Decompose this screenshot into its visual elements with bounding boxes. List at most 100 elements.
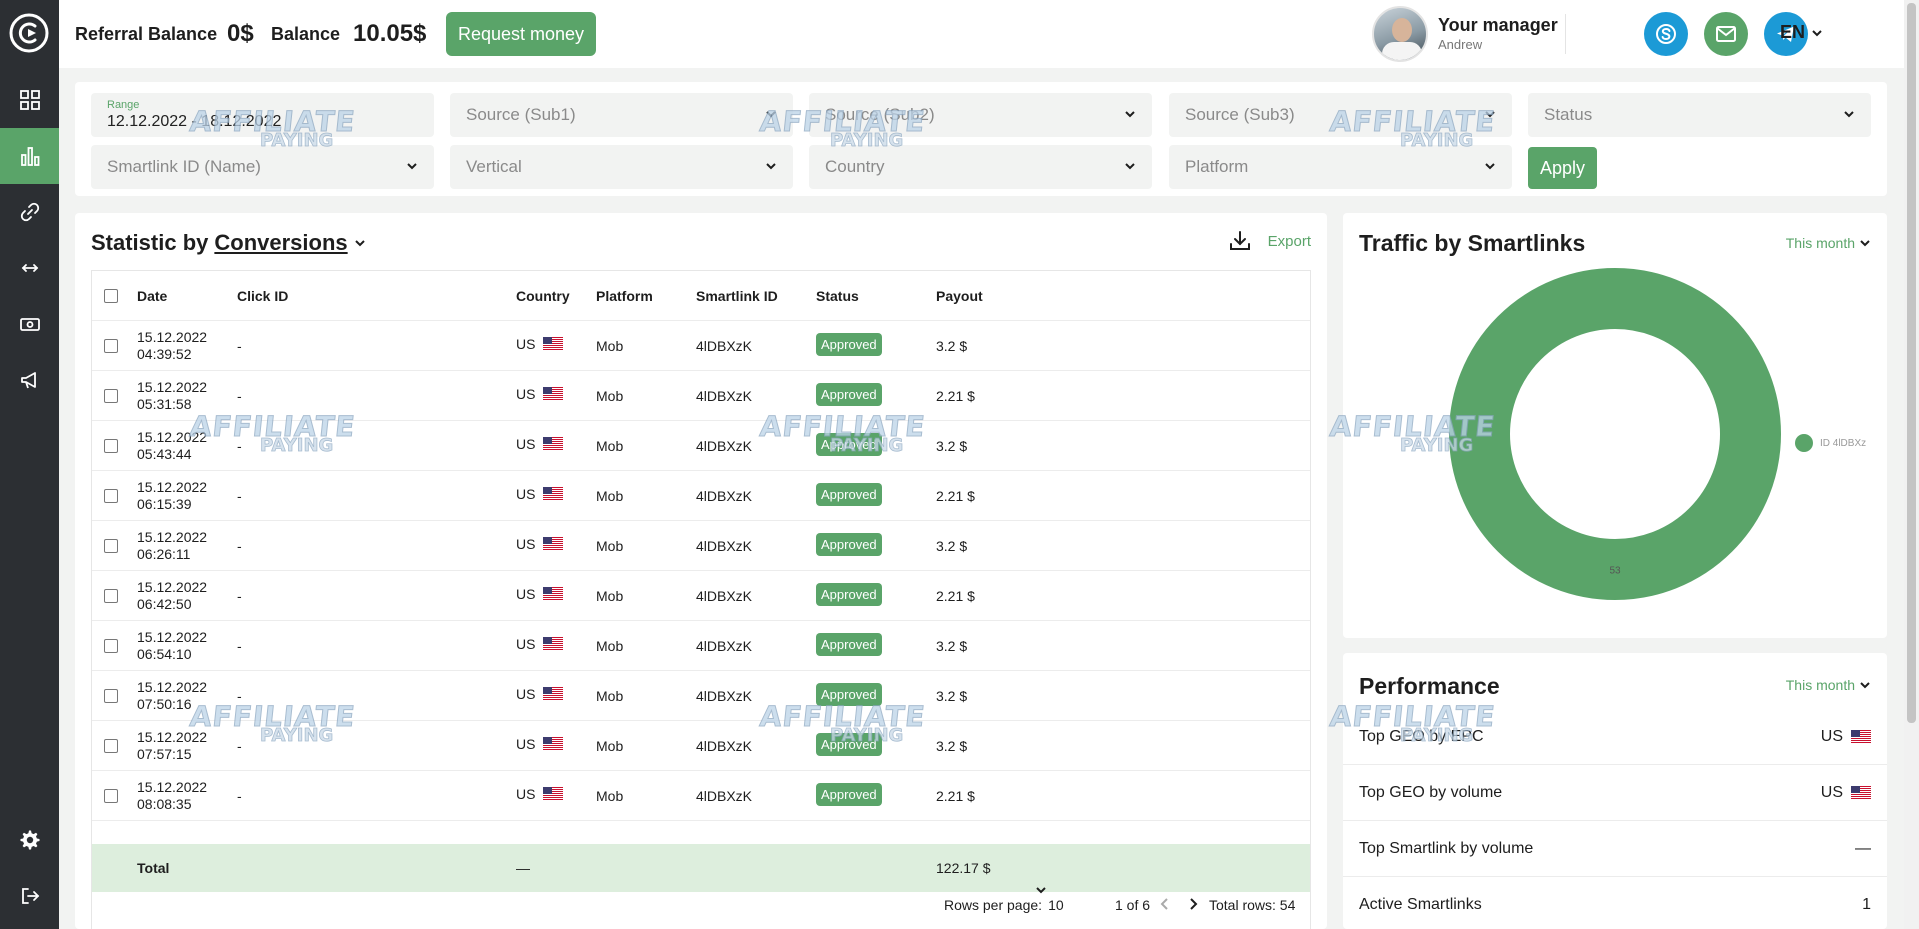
statistics-panel: Statistic by Conversions Export Date Cli… xyxy=(75,213,1327,929)
chart-legend[interactable]: ID 4lDBXz xyxy=(1795,434,1866,452)
row-platform: Mob xyxy=(596,588,624,604)
row-checkbox[interactable] xyxy=(104,539,118,553)
us-flag-icon xyxy=(543,437,564,451)
skype-button[interactable] xyxy=(1644,12,1688,56)
sidebar-item-dashboard[interactable] xyxy=(0,72,59,128)
platform-select[interactable]: Platform xyxy=(1169,145,1512,189)
performance-panel: Performance This month Top GEO by EPC US T… xyxy=(1343,653,1887,929)
column-header-click-id[interactable]: Click ID xyxy=(237,288,288,304)
table-row[interactable]: 15.12.2022 06:54:10 - US Mob 4lDBXzK Approved 3… xyxy=(92,621,1310,671)
sidebar-item-postback[interactable] xyxy=(0,240,59,296)
rows-per-page[interactable]: Rows per page: 10 xyxy=(944,887,1064,913)
table-row[interactable]: 15.12.2022 07:57:15 - US Mob 4lDBXzK Approved 3… xyxy=(92,721,1310,771)
status-badge: Approved xyxy=(816,433,882,456)
page-scrollbar[interactable] xyxy=(1904,0,1919,929)
sidebar-item-settings[interactable] xyxy=(0,812,59,868)
email-button[interactable] xyxy=(1704,12,1748,56)
rows-per-page-select[interactable]: 10 xyxy=(1036,887,1064,913)
scrollbar-thumb[interactable] xyxy=(1907,3,1916,723)
sidebar-item-statistics[interactable] xyxy=(0,128,59,184)
row-checkbox[interactable] xyxy=(104,339,118,353)
table-row[interactable]: 15.12.2022 08:08:35 - US Mob 4lDBXzK Approved 2… xyxy=(92,771,1310,821)
language-selector[interactable]: EN xyxy=(1780,22,1823,43)
chevron-right-icon[interactable] xyxy=(1188,897,1198,911)
row-checkbox[interactable] xyxy=(104,489,118,503)
table-row[interactable]: 15.12.2022 07:50:16 - US Mob 4lDBXzK Approved 3… xyxy=(92,671,1310,721)
conversions-table: Date Click ID Country Platform Smartlink… xyxy=(91,270,1311,929)
us-flag-icon xyxy=(1851,786,1871,800)
table-row[interactable]: 15.12.2022 06:26:11 - US Mob 4lDBXzK Approved 3… xyxy=(92,521,1310,571)
row-checkbox[interactable] xyxy=(104,639,118,653)
sidebar xyxy=(0,0,59,929)
date-range-picker[interactable]: Range 12.12.2022 - 18.12.2022 xyxy=(91,93,434,137)
chevron-left-icon[interactable] xyxy=(1160,897,1170,911)
sidebar-item-logout[interactable] xyxy=(0,868,59,924)
logout-icon xyxy=(21,888,39,904)
statistics-title: Statistic by Conversions xyxy=(91,230,366,256)
smartlink-id-select[interactable]: Smartlink ID (Name) xyxy=(91,145,434,189)
row-date: 15.12.2022 06:42:50 xyxy=(137,579,208,612)
row-smartlink-id: 4lDBXzK xyxy=(696,488,753,504)
row-checkbox[interactable] xyxy=(104,689,118,703)
table-row[interactable]: 15.12.2022 06:15:39 - US Mob 4lDBXzK Approved 2… xyxy=(92,471,1310,521)
performance-value: US xyxy=(1821,784,1871,802)
table-row[interactable]: 15.12.2022 06:42:50 - US Mob 4lDBXzK Approved 2… xyxy=(92,571,1310,621)
column-header-smartlink-id[interactable]: Smartlink ID xyxy=(696,288,778,304)
column-header-platform[interactable]: Platform xyxy=(596,288,653,304)
status-badge: Approved xyxy=(816,633,882,656)
vertical-select[interactable]: Vertical xyxy=(450,145,793,189)
statistics-type-dropdown[interactable]: Conversions xyxy=(214,230,347,256)
select-all-checkbox[interactable] xyxy=(104,289,118,303)
sidebar-item-payments[interactable] xyxy=(0,296,59,352)
row-country: US xyxy=(516,736,564,752)
pagination-arrows xyxy=(1160,897,1198,911)
arrows-horizontal-icon xyxy=(21,264,38,272)
total-country: — xyxy=(516,860,530,876)
table-row[interactable]: 15.12.2022 05:43:44 - US Mob 4lDBXzK Approved 3… xyxy=(92,421,1310,471)
row-click-id: - xyxy=(237,438,242,454)
source-sub1-select[interactable]: Source (Sub1) xyxy=(450,93,793,137)
row-date: 15.12.2022 05:31:58 xyxy=(137,379,208,412)
us-flag-icon xyxy=(543,637,564,651)
sidebar-item-promo[interactable] xyxy=(0,352,59,408)
row-checkbox[interactable] xyxy=(104,589,118,603)
performance-period-select[interactable]: This month xyxy=(1786,677,1871,693)
source-sub2-select[interactable]: Source (Sub2) xyxy=(809,93,1152,137)
status-badge: Approved xyxy=(816,733,882,756)
row-checkbox[interactable] xyxy=(104,439,118,453)
row-date: 15.12.2022 08:08:35 xyxy=(137,779,208,812)
row-checkbox[interactable] xyxy=(104,789,118,803)
sidebar-item-smartlinks[interactable] xyxy=(0,184,59,240)
row-country: US xyxy=(516,386,564,402)
row-checkbox[interactable] xyxy=(104,389,118,403)
row-country: US xyxy=(516,486,564,502)
row-smartlink-id: 4lDBXzK xyxy=(696,438,753,454)
table-row[interactable]: 15.12.2022 05:31:58 - US Mob 4lDBXzK Approved 2… xyxy=(92,371,1310,421)
row-click-id: - xyxy=(237,388,242,404)
column-header-date[interactable]: Date xyxy=(137,288,167,304)
row-checkbox[interactable] xyxy=(104,739,118,753)
row-click-id: - xyxy=(237,338,242,354)
chevron-down-icon[interactable] xyxy=(354,237,366,249)
country-select[interactable]: Country xyxy=(809,145,1152,189)
donut-slice[interactable] xyxy=(1449,268,1781,600)
column-header-status[interactable]: Status xyxy=(816,288,859,304)
column-header-payout[interactable]: Payout xyxy=(936,288,983,304)
performance-row: Active Smartlinks 1 xyxy=(1343,877,1887,929)
source-sub3-select[interactable]: Source (Sub3) xyxy=(1169,93,1512,137)
chevron-down-icon xyxy=(766,111,776,118)
row-date: 15.12.2022 07:57:15 xyxy=(137,729,208,762)
performance-label: Top Smartlink by volume xyxy=(1359,840,1534,857)
request-money-button[interactable]: Request money xyxy=(446,12,596,56)
logo-c-icon[interactable] xyxy=(8,12,50,54)
column-header-country[interactable]: Country xyxy=(516,288,570,304)
traffic-donut-chart: 53 xyxy=(1449,268,1781,600)
performance-row: Top GEO by EPC US xyxy=(1343,709,1887,765)
status-select[interactable]: Status xyxy=(1528,93,1871,137)
row-click-id: - xyxy=(237,788,242,804)
apply-button[interactable]: Apply xyxy=(1528,147,1597,189)
export-button[interactable]: Export xyxy=(1228,229,1311,253)
grid-icon xyxy=(19,90,40,110)
row-payout: 3.2 $ xyxy=(936,738,968,754)
table-row[interactable]: 15.12.2022 04:39:52 - US Mob 4lDBXzK Approved 3… xyxy=(92,321,1310,371)
